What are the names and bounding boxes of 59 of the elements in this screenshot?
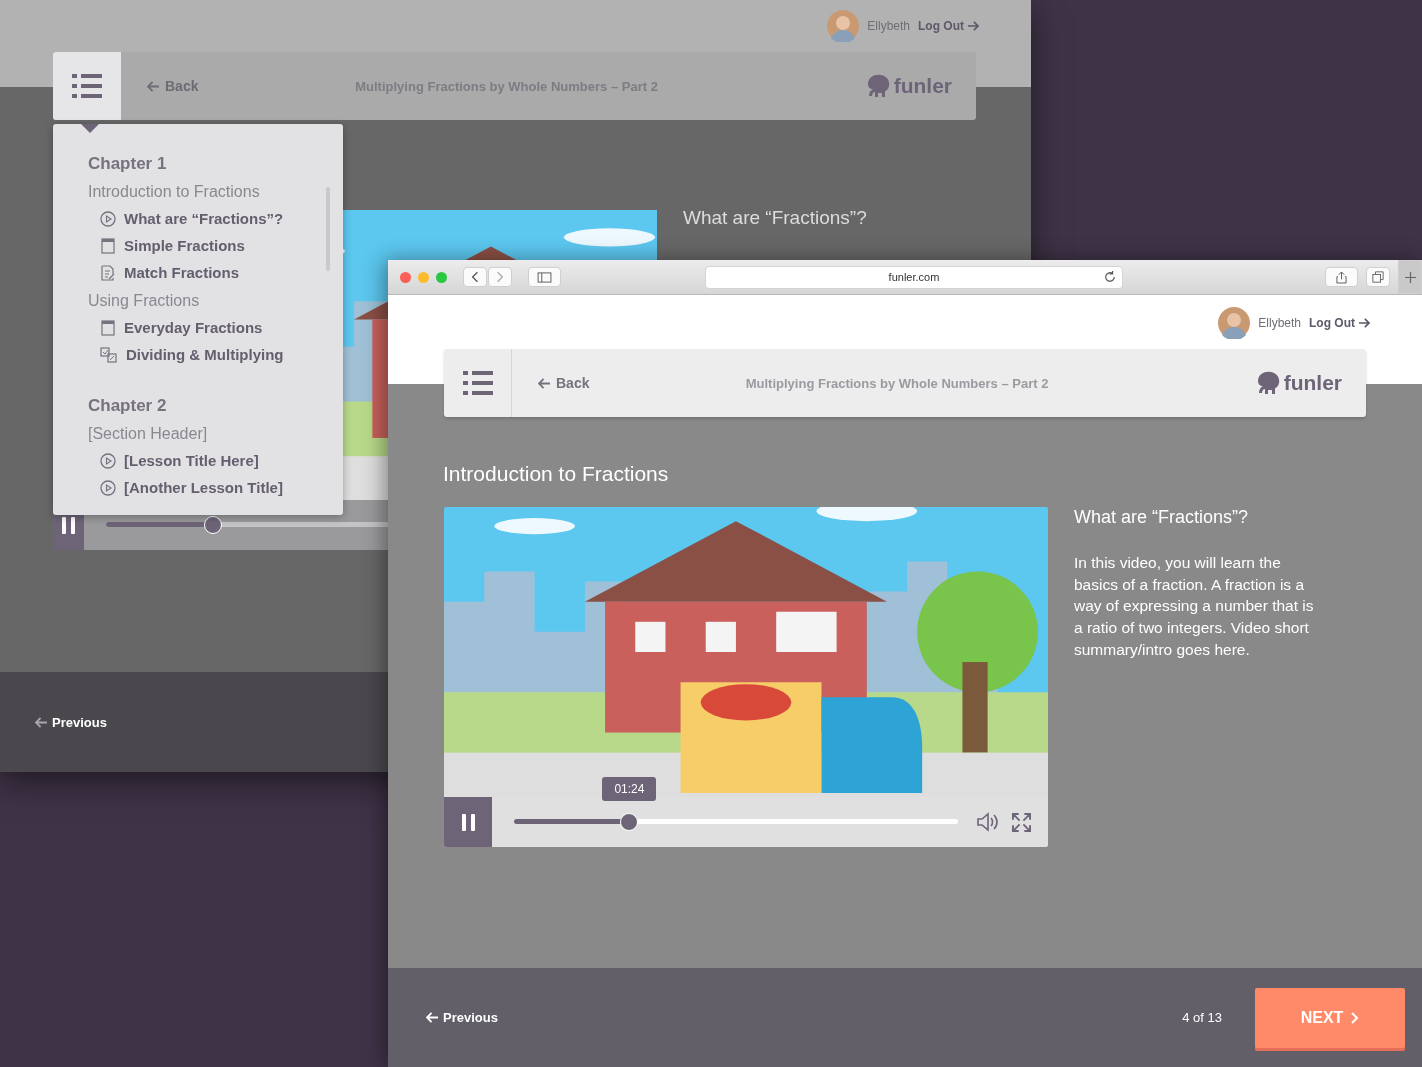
play-circle-icon — [100, 210, 116, 227]
previous-link[interactable]: Previous — [35, 714, 107, 730]
lesson-item[interactable]: [Another Lesson Title] — [100, 474, 283, 501]
reload-icon — [1103, 271, 1116, 283]
lesson-item[interactable]: Simple Fractions — [100, 232, 245, 259]
menu-icon — [72, 74, 102, 98]
description-title: What are “Fractions”? — [683, 207, 867, 229]
tabs-button[interactable] — [1366, 267, 1390, 287]
pause-button[interactable] — [444, 797, 492, 847]
avatar — [827, 10, 860, 42]
back-arrow-icon — [147, 80, 160, 92]
chevron-right-icon — [1351, 1011, 1360, 1024]
logout-link[interactable]: Log Out — [1309, 316, 1370, 330]
logo-text: funler — [893, 74, 952, 98]
description-text: In this video, you will learn the basics of a fraction. A fraction is a way of expressing a number that is a ratio of two integers. Video short summary/intro goes here. — [1074, 553, 1314, 660]
lesson-item[interactable]: Dividing & Multiplying — [100, 341, 284, 368]
chapter-title: Chapter 1 — [88, 154, 168, 174]
checkbox-pair-icon — [100, 346, 118, 363]
page-icon — [100, 319, 116, 336]
logout-link[interactable]: Log Out — [918, 19, 979, 33]
previous-link[interactable]: Previous — [426, 1010, 498, 1025]
address-bar[interactable]: funler.com — [705, 265, 1123, 289]
new-tab-button[interactable] — [1398, 260, 1422, 294]
share-icon — [1335, 270, 1347, 284]
play-circle-icon — [100, 479, 116, 496]
progress-track[interactable] — [105, 516, 389, 534]
page-counter: 4 of 13 — [1182, 1010, 1222, 1025]
menu-button[interactable] — [53, 52, 121, 120]
lesson-item[interactable]: Match Fractions — [100, 259, 240, 286]
slider-thumb[interactable] — [620, 813, 639, 831]
play-circle-icon — [100, 452, 116, 469]
avatar — [1218, 307, 1251, 339]
back-arrow-icon — [426, 1012, 439, 1023]
arrow-right-icon — [1358, 318, 1370, 328]
lesson-item[interactable]: [Lesson Title Here] — [100, 447, 259, 474]
back-arrow-icon — [35, 716, 48, 728]
slider-thumb[interactable] — [204, 516, 223, 534]
time-tooltip: 01:24 — [602, 777, 657, 801]
lesson-item[interactable]: Everyday Fractions — [100, 314, 263, 341]
section-title: [Section Header] — [88, 425, 209, 443]
arrow-right-icon — [967, 21, 979, 31]
tabs-icon — [1372, 271, 1384, 283]
lesson-title: Multiplying Fractions by Whole Numbers – Part 2 — [744, 375, 1050, 391]
document-pencil-icon — [100, 264, 116, 281]
section-title: Using Fractions — [88, 292, 201, 310]
fullscreen-icon[interactable] — [1012, 812, 1031, 832]
logo-text: funler — [1283, 371, 1342, 395]
chapter-title: Chapter 2 — [88, 396, 168, 416]
user-name: Ellybeth — [867, 19, 910, 33]
plus-icon — [1404, 271, 1416, 283]
progress-track[interactable] — [514, 813, 958, 831]
menu-pointer — [81, 124, 99, 133]
user-name: Ellybeth — [1258, 316, 1301, 330]
share-button[interactable] — [1324, 267, 1358, 287]
volume-icon[interactable] — [976, 812, 998, 832]
lesson-item[interactable]: What are “Fractions”? — [100, 205, 284, 232]
page-icon — [100, 237, 116, 254]
section-title: Introduction to Fractions — [88, 183, 261, 201]
description-title: What are “Fractions”? — [1074, 507, 1250, 528]
